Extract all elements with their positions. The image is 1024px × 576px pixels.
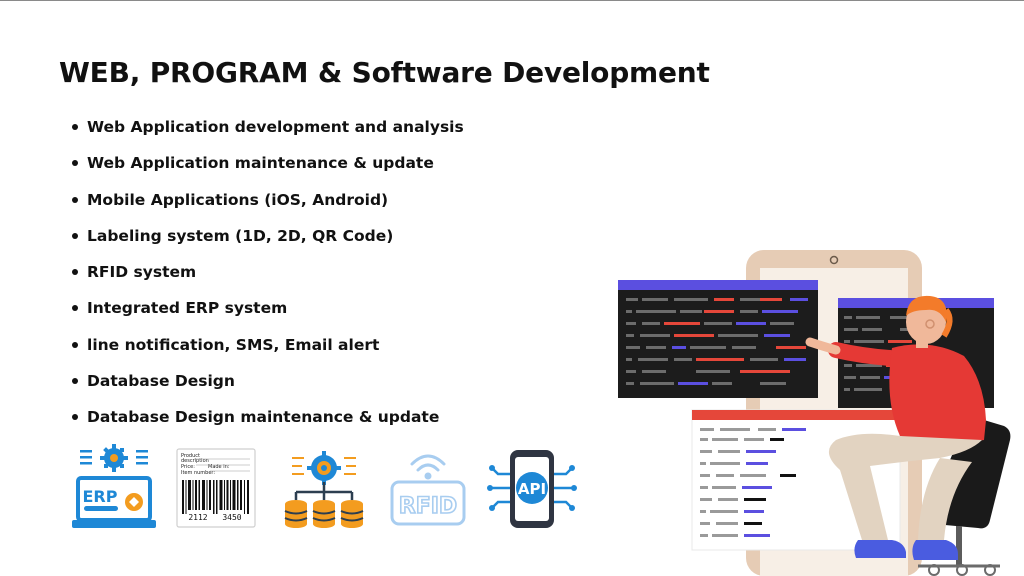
list-item: Database Design maintenance & update: [72, 404, 464, 440]
list-item: Integrated ERP system: [72, 295, 464, 331]
list-item: Web Application development and analysis: [72, 114, 464, 150]
list-item: line notification, SMS, Email alert: [72, 332, 464, 368]
code-window-left: [618, 280, 818, 398]
svg-text:RFID: RFID: [399, 494, 457, 519]
rfid-wireless-icon: RFID: [390, 454, 466, 526]
developer-illustration: [618, 250, 1011, 576]
list-item: Database Design: [72, 368, 464, 404]
page-title: WEB, PROGRAM & Software Development: [59, 56, 710, 89]
top-divider: [0, 0, 1024, 1]
list-item: Mobile Applications (iOS, Android): [72, 187, 464, 223]
svg-text:2112: 2112: [188, 513, 207, 522]
svg-text:API: API: [518, 480, 546, 498]
barcode-label-icon: Product description Price: Made in: Item…: [176, 448, 256, 528]
list-item: RFID system: [72, 259, 464, 295]
api-phone-circuit-icon: API: [487, 450, 577, 528]
list-item: Web Application maintenance & update: [72, 150, 464, 186]
services-list: Web Application development and analysis…: [72, 114, 464, 441]
database-network-gear-icon: [284, 451, 364, 528]
list-item: Labeling system (1D, 2D, QR Code): [72, 223, 464, 259]
erp-laptop-gear-icon: ERP: [72, 444, 156, 528]
svg-text:ERP: ERP: [83, 487, 118, 506]
svg-text:3450: 3450: [222, 513, 241, 522]
